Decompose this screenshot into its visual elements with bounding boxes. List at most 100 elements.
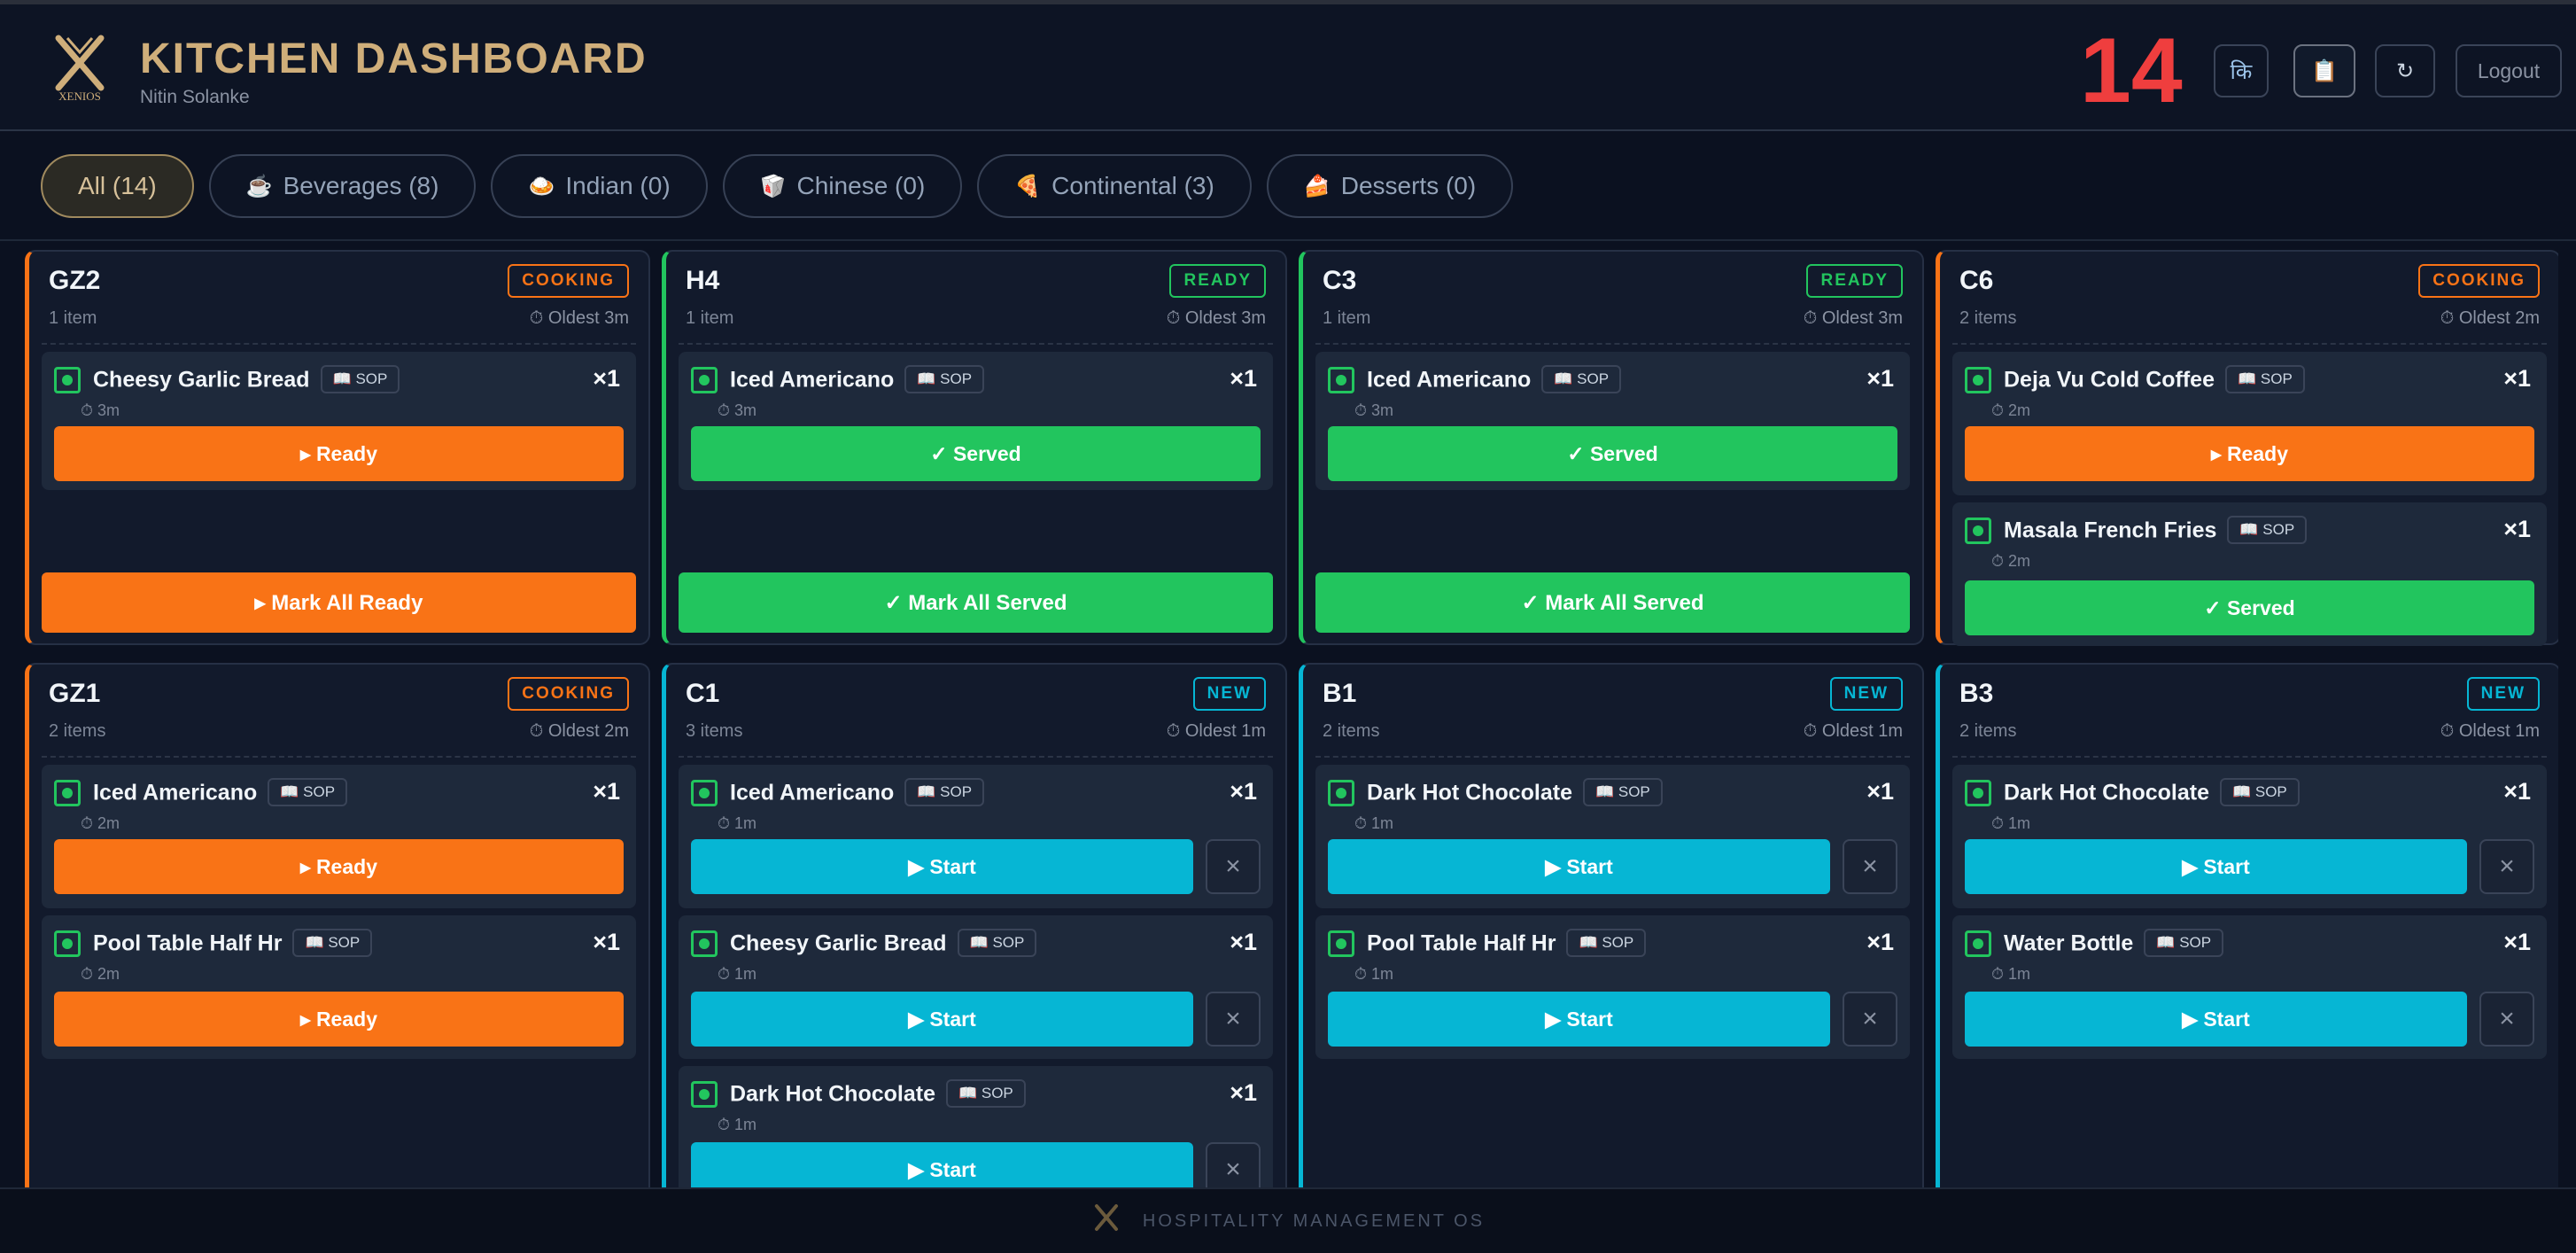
item-name: Dark Hot Chocolate [730,1081,935,1107]
veg-indicator-icon [1328,930,1354,957]
served-button[interactable]: ✓ Served [1328,426,1897,481]
filter-desserts[interactable]: 🍰 Desserts (0) [1266,154,1514,218]
oldest-timer: ⏱ Oldest 3m [529,308,629,328]
filter-beverages[interactable]: ☕ Beverages (8) [208,154,477,218]
mark-all-ready-button[interactable]: ▸ Mark All Ready [42,572,636,633]
item-name: Dark Hot Chocolate [2004,780,2209,806]
ready-button[interactable]: ▸ Ready [1965,426,2534,481]
veg-indicator-icon [54,367,81,393]
order-card-b1: B1 NEW 2 items ⏱ Oldest 1m Dark Hot Choc… [1299,663,1924,1187]
start-button[interactable]: ▶ Start [691,1142,1193,1187]
order-item: Dark Hot Chocolate 📖 SOP ×1 ⏱ 1m ▶ Start … [1315,765,1910,908]
item-name: Masala French Fries [2004,518,2217,543]
item-count: 2 items [1959,721,2017,741]
sop-button[interactable]: 📖 SOP [957,929,1037,957]
sop-button[interactable]: 📖 SOP [292,929,373,957]
item-name: Pool Table Half Hr [93,930,283,956]
refresh-icon: ↻ [2395,58,2415,83]
sop-button[interactable]: 📖 SOP [1582,778,1663,806]
filter-label: Beverages (8) [283,172,439,199]
item-age: ⏱ 2m [81,965,120,983]
item-quantity: ×1 [1230,1079,1257,1106]
cancel-item-button[interactable]: × [1206,839,1261,894]
table-name: GZ2 [49,266,101,295]
logout-button[interactable]: Logout [2456,44,2562,97]
cancel-item-button[interactable]: × [1206,992,1261,1047]
sop-button[interactable]: 📖 SOP [1566,929,1647,957]
item-name: Cheesy Garlic Bread [730,930,947,956]
served-button[interactable]: ✓ Served [1965,580,2534,635]
start-button[interactable]: ▶ Start [1328,992,1830,1047]
ready-button[interactable]: ▸ Ready [54,992,624,1047]
order-card-c3: C3 READY 1 item ⏱ Oldest 3m Iced America… [1299,250,1924,645]
order-item: Pool Table Half Hr 📖 SOP ×1 ⏱ 2m ▸ Ready [42,915,636,1059]
oldest-timer: ⏱ Oldest 3m [1166,308,1266,328]
sop-button[interactable]: 📖 SOP [268,778,348,806]
start-button[interactable]: ▶ Start [1328,839,1830,894]
app-header: XENIOS KITCHEN DASHBOARD Nitin Solanke 1… [0,4,2576,131]
table-name: B3 [1959,679,1994,708]
cancel-item-button[interactable]: × [2479,839,2534,894]
refresh-button[interactable]: ↻ [2375,44,2435,97]
orders-log-button[interactable]: 📋 [2293,44,2355,97]
cake-icon: 🍰 [1303,174,1331,198]
start-button[interactable]: ▶ Start [691,839,1193,894]
item-name: Dark Hot Chocolate [1367,780,1572,806]
close-icon: × [1225,1155,1241,1184]
cancel-item-button[interactable]: × [2479,992,2534,1047]
filter-chinese[interactable]: 🥡 Chinese (0) [722,154,963,218]
order-card-h4: H4 READY 1 item ⏱ Oldest 3m Iced America… [662,250,1287,645]
sop-button[interactable]: 📖 SOP [904,365,985,393]
cancel-item-button[interactable]: × [1843,839,1897,894]
mark-all-served-button[interactable]: ✓ Mark All Served [679,572,1273,633]
sop-button[interactable]: 📖 SOP [1541,365,1622,393]
item-quantity: ×1 [1230,778,1257,805]
category-filter-bar: All (14) ☕ Beverages (8) 🍛 Indian (0) 🥡 … [41,154,1514,218]
sop-button[interactable]: 📖 SOP [320,365,400,393]
ready-button[interactable]: ▸ Ready [54,426,624,481]
order-card-c6: C6 COOKING 2 items ⏱ Oldest 2m Deja Vu C… [1936,250,2558,646]
item-quantity: ×1 [593,365,620,392]
oldest-timer: ⏱ Oldest 1m [1803,721,1903,741]
filter-label: Desserts (0) [1340,172,1477,199]
start-button[interactable]: ▶ Start [1965,992,2467,1047]
cancel-item-button[interactable]: × [1843,992,1897,1047]
start-button[interactable]: ▶ Start [691,992,1193,1047]
served-button[interactable]: ✓ Served [691,426,1261,481]
oldest-timer: ⏱ Oldest 3m [1803,308,1903,328]
sop-button[interactable]: 📖 SOP [2144,929,2224,957]
item-quantity: ×1 [2503,516,2531,542]
status-badge: COOKING [2418,264,2540,298]
item-age: ⏱ 1m [718,814,757,832]
sop-button[interactable]: 📖 SOP [2225,365,2305,393]
ready-button[interactable]: ▸ Ready [54,839,624,894]
item-age: ⏱ 2m [81,814,120,832]
language-icon: कि [2230,59,2253,84]
order-item: Iced Americano 📖 SOP ×1 ⏱ 2m ▸ Ready [42,765,636,908]
order-card-gz1: GZ1 COOKING 2 items ⏱ Oldest 2m Iced Ame… [25,663,650,1187]
filter-continental[interactable]: 🍕 Continental (3) [977,154,1252,218]
item-count: 2 items [1959,308,2017,328]
sop-button[interactable]: 📖 SOP [2227,516,2308,544]
mark-all-served-button[interactable]: ✓ Mark All Served [1315,572,1910,633]
sop-button[interactable]: 📖 SOP [2219,778,2300,806]
filter-indian[interactable]: 🍛 Indian (0) [491,154,708,218]
order-item: Cheesy Garlic Bread 📖 SOP ×1 ⏱ 3m ▸ Ready [42,352,636,490]
veg-indicator-icon [54,780,81,806]
start-button[interactable]: ▶ Start [1965,839,2467,894]
pizza-icon: 🍕 [1014,174,1042,198]
filter-all[interactable]: All (14) [41,154,194,218]
item-count: 3 items [686,721,743,741]
sop-button[interactable]: 📖 SOP [945,1079,1026,1108]
filter-label: Chinese (0) [796,172,926,199]
order-card-gz2: GZ2 COOKING 1 item ⏱ Oldest 3m Cheesy Ga… [25,250,650,645]
item-count: 2 items [49,721,106,741]
table-name: H4 [686,266,720,295]
language-toggle-button[interactable]: कि [2214,44,2269,97]
status-badge: COOKING [508,264,629,298]
veg-indicator-icon [1328,780,1354,806]
table-name: C1 [686,679,720,708]
cancel-item-button[interactable]: × [1206,1142,1261,1187]
clipboard-icon: 📋 [2311,58,2338,83]
sop-button[interactable]: 📖 SOP [904,778,985,806]
